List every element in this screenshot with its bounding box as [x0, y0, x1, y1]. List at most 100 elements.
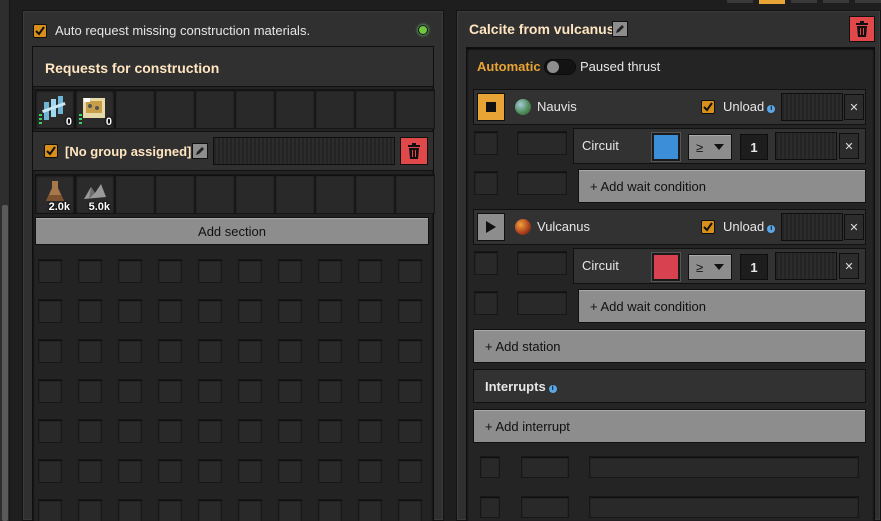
unload-label: Unload i	[723, 99, 776, 114]
space-platform-window: Auto request missing construction materi…	[0, 0, 881, 521]
play-icon	[486, 221, 496, 233]
left-scrollbar[interactable]	[0, 0, 10, 521]
condition-value[interactable]: 1	[740, 254, 768, 280]
station-gutter	[517, 248, 569, 328]
empty-slot[interactable]	[395, 174, 435, 214]
add-station-button[interactable]: + Add station	[473, 329, 866, 363]
inventory-grid-cells	[35, 249, 431, 521]
placeholder-cell	[521, 496, 569, 518]
empty-slot[interactable]	[235, 174, 275, 214]
delete-schedule-button[interactable]	[849, 16, 875, 42]
pencil-icon	[196, 147, 204, 155]
empty-slot[interactable]	[115, 174, 155, 214]
add-section-button[interactable]: Add section	[35, 217, 429, 245]
station-name: Vulcanus	[537, 219, 590, 234]
group-header: [No group assigned]	[33, 131, 433, 171]
mode-toggle[interactable]	[544, 59, 576, 75]
remove-condition-button[interactable]: ✕	[839, 133, 859, 159]
empty-slot[interactable]	[315, 89, 355, 129]
schedule-panel: Calcite from vulcanus Automatic Paused t…	[456, 10, 881, 521]
status-light-icon	[418, 25, 428, 35]
station-filler	[781, 213, 843, 241]
section-slot[interactable]: 5.0k	[75, 174, 115, 214]
check-icon	[703, 102, 713, 112]
top-button[interactable]	[791, 0, 817, 3]
empty-slot[interactable]	[155, 89, 195, 129]
delete-section-button[interactable]	[400, 137, 428, 165]
interrupts-header: Interrupts i	[473, 369, 866, 403]
empty-slot[interactable]	[315, 174, 355, 214]
unload-label: Unload i	[723, 219, 776, 234]
info-icon: i	[767, 225, 776, 233]
auto-request-label: Auto request missing construction materi…	[55, 23, 311, 38]
operator-value: ≥	[696, 139, 704, 155]
empty-slot[interactable]	[355, 89, 395, 129]
operator-value: ≥	[696, 259, 704, 275]
empty-slot[interactable]	[235, 89, 275, 129]
unload-checkbox[interactable]	[701, 100, 715, 114]
remove-station-button[interactable]: ✕	[844, 214, 864, 240]
placeholder-cell	[521, 456, 569, 478]
logistic-slot[interactable]: 0	[75, 89, 115, 129]
toggle-knob	[547, 61, 559, 73]
requests-title: Requests for construction	[45, 60, 220, 76]
empty-slot[interactable]	[395, 89, 435, 129]
add-wait-condition-button[interactable]: + Add wait condition	[578, 169, 866, 203]
logistic-slot[interactable]: 0	[35, 89, 75, 129]
signal-red-icon[interactable]	[652, 253, 680, 281]
operator-dropdown[interactable]: ≥	[688, 254, 732, 280]
trash-icon	[408, 143, 420, 159]
paused-label: Paused thrust	[580, 59, 661, 74]
empty-slot[interactable]	[195, 174, 235, 214]
empty-slot[interactable]	[115, 89, 155, 129]
empty-slot[interactable]	[355, 174, 395, 214]
station-name: Nauvis	[537, 99, 577, 114]
remove-station-button[interactable]: ✕	[844, 94, 864, 120]
top-button-active[interactable]	[759, 0, 785, 4]
chevron-down-icon	[714, 144, 724, 150]
condition-row[interactable]: Circuit ≥ 1 ✕	[573, 248, 866, 284]
scrollbar-thumb[interactable]	[2, 205, 8, 521]
station-row[interactable]: Vulcanus Unload i ✕	[473, 209, 866, 245]
inventory-grid	[35, 249, 431, 521]
auto-request-checkbox[interactable]	[33, 24, 47, 38]
schedule-content: Automatic Paused thrust Nauvis Unload i ✕	[466, 47, 875, 521]
condition-filler	[775, 132, 837, 160]
rename-button[interactable]	[612, 21, 628, 37]
operator-dropdown[interactable]: ≥	[688, 134, 732, 160]
edit-group-button[interactable]	[192, 143, 208, 159]
remove-condition-button[interactable]: ✕	[839, 253, 859, 279]
stop-icon	[486, 102, 496, 112]
add-wait-condition-button[interactable]: + Add wait condition	[578, 289, 866, 323]
trash-icon	[856, 21, 868, 37]
signal-blue-icon[interactable]	[652, 133, 680, 161]
condition-row[interactable]: Circuit ≥ 1 ✕	[573, 128, 866, 164]
group-checkbox[interactable]	[44, 144, 58, 158]
empty-slot[interactable]	[275, 89, 315, 129]
unload-checkbox[interactable]	[701, 220, 715, 234]
pencil-icon	[616, 25, 624, 33]
stop-button[interactable]	[477, 93, 505, 121]
group-label: [No group assigned]	[65, 144, 192, 159]
top-button[interactable]	[727, 0, 753, 3]
top-button[interactable]	[855, 0, 881, 3]
station-row[interactable]: Nauvis Unload i ✕	[473, 89, 866, 125]
slot-count: 5.0k	[88, 201, 110, 213]
section-slot[interactable]: 2.0k	[35, 174, 75, 214]
schedule-title: Calcite from vulcanus	[469, 21, 615, 37]
condition-value[interactable]: 1	[740, 134, 768, 160]
info-icon: i	[767, 105, 776, 113]
go-to-station-button[interactable]	[477, 213, 505, 241]
slot-count: 0	[65, 116, 72, 128]
add-interrupt-button[interactable]: + Add interrupt	[473, 409, 866, 443]
empty-slot[interactable]	[155, 174, 195, 214]
info-icon: i	[548, 385, 557, 393]
unload-text: Unload	[723, 219, 765, 234]
slot-count: 2.0k	[48, 201, 70, 213]
empty-slot[interactable]	[275, 174, 315, 214]
top-button[interactable]	[823, 0, 849, 3]
interrupts-label: Interrupts i	[485, 379, 557, 394]
logistics-panel: Auto request missing construction materi…	[22, 10, 444, 521]
check-icon	[703, 222, 713, 232]
empty-slot[interactable]	[195, 89, 235, 129]
